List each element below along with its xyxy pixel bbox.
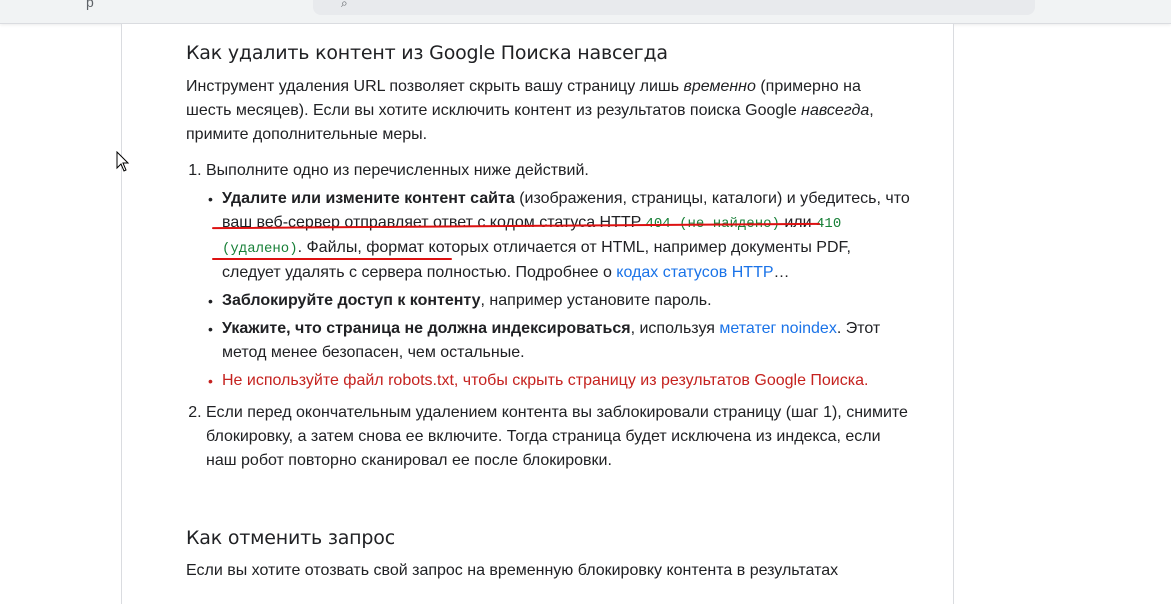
search-box[interactable]: ⌕ [313,0,1035,15]
step-1-text: Выполните одно из перечисленных ниже дей… [206,162,589,179]
search-icon: ⌕ [341,0,348,10]
intro-emphasis-permanent: навсегда [801,102,870,119]
option-robots-warning: • Не используйте файл robots.txt, чтобы с… [208,369,911,393]
annotation-underline-2 [212,258,452,260]
option-delete-content: • Удалите или измените контент сайта (изо… [208,187,911,285]
article-card: Как удалить контент из Google Поиска нав… [121,24,954,604]
intro-emphasis-temporary: временно [683,78,756,95]
steps-list: Выполните одно из перечисленных ниже дей… [186,159,911,473]
bullet-icon: • [208,373,213,389]
section-title-remove-permanently: Как удалить контент из Google Поиска нав… [186,42,668,64]
mouse-cursor-icon [116,151,130,172]
link-http-status-codes[interactable]: кодах статусов HTTP [616,264,773,281]
option-2-bold: Заблокируйте доступ к контенту [222,292,481,309]
link-noindex-meta[interactable]: метатег noindex [719,320,836,337]
option-3-text: , используя [630,320,720,337]
option-2-text: , например установите пароль. [480,292,712,309]
option-3-bold: Укажите, что страница не должна индексир… [222,320,631,337]
bullet-icon: • [208,293,213,309]
option-1-ellipsis: … [773,264,790,281]
section-title-cancel-request: Как отменить запрос [186,527,395,549]
option-1-bold: Удалите или измените контент сайта [222,190,515,207]
step-1-options: • Удалите или измените контент сайта (изо… [206,187,911,393]
step-1: Выполните одно из перечисленных ниже дей… [206,159,911,393]
bullet-icon: • [208,191,213,207]
option-block-access: • Заблокируйте доступ к контенту, наприме… [208,289,911,313]
bullet-icon: • [208,321,213,337]
intro-paragraph: Инструмент удаления URL позволяет скрыть… [186,75,891,147]
intro-text-1: Инструмент удаления URL позволяет скрыть… [186,78,684,95]
robots-warning-text: Не используйте файл robots.txt, чтобы ск… [222,372,869,389]
step-2-text: Если перед окончательным удалением конте… [206,404,908,469]
topbar-text: р [86,0,94,10]
cancel-paragraph: Если вы хотите отозвать свой запрос на в… [186,562,839,579]
browser-top-bar: р ⌕ [0,0,1171,24]
step-2: Если перед окончательным удалением конте… [206,401,911,473]
option-noindex: • Укажите, что страница не должна индекси… [208,317,911,365]
